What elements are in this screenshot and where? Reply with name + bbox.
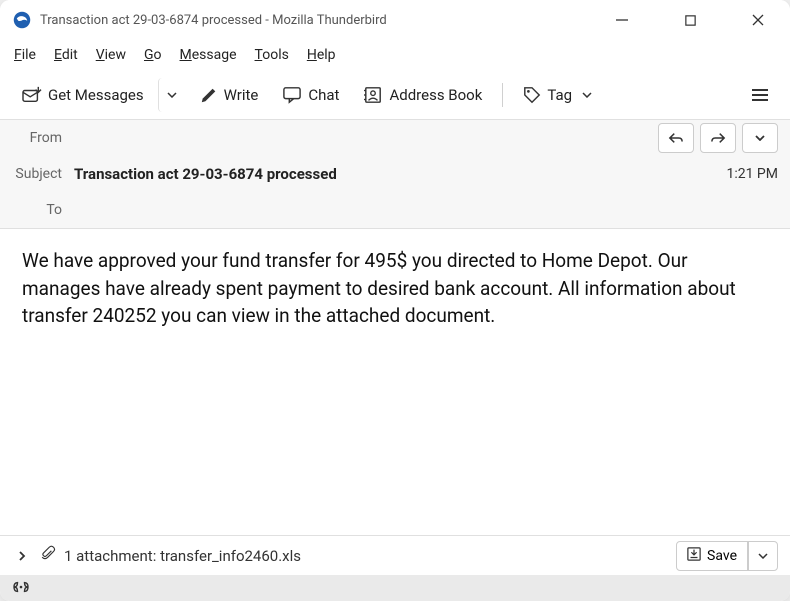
menu-file[interactable]: File [14,47,36,63]
write-button[interactable]: Write [190,78,269,112]
menubar: File Edit View Go Message Tools Help [0,40,790,70]
message-actions [658,123,778,153]
from-label: From [12,130,74,146]
window-controls [602,4,778,36]
save-label: Save [707,548,737,564]
save-attachment-button[interactable]: Save [676,541,748,571]
addressbook-button[interactable]: Address Book [353,78,492,112]
window-title: Transaction act 29-03-6874 processed - M… [40,13,602,28]
thunderbird-icon [12,10,32,30]
from-row: From [0,120,790,156]
get-messages-label: Get Messages [48,86,144,104]
attachment-expand[interactable] [12,550,32,562]
toolbar-separator [502,83,503,107]
app-menu-button[interactable] [742,78,778,112]
reply-button[interactable] [658,123,694,153]
activity-icon [12,579,30,598]
menu-message[interactable]: Message [180,47,237,63]
save-dropdown[interactable] [748,541,778,571]
save-icon [687,547,701,565]
menu-go[interactable]: Go [144,47,162,63]
get-messages-icon [22,86,42,104]
toolbar: Get Messages Write Chat [0,70,790,120]
addressbook-label: Address Book [389,86,482,104]
body-text: We have approved your fund transfer for … [22,249,736,327]
message-time: 1:21 PM [714,166,778,182]
forward-button[interactable] [700,123,736,153]
to-row: To [0,192,790,228]
message-body: We have approved your fund transfer for … [0,229,790,535]
attachment-filename: transfer_info2460.xls [160,547,301,565]
tag-label: Tag [547,86,572,104]
titlebar: Transaction act 29-03-6874 processed - M… [0,0,790,40]
maximize-button[interactable] [670,4,710,36]
get-messages-dropdown[interactable] [158,78,186,112]
status-bar [0,575,790,601]
attachment-text[interactable]: 1 attachment: transfer_info2460.xls [64,547,668,565]
addressbook-icon [363,86,383,104]
menu-edit[interactable]: Edit [54,47,78,63]
subject-value: Transaction act 29-03-6874 processed [74,165,714,183]
chat-icon [282,86,302,104]
message-headers: From Subject Transaction act 29-03-6874 … [0,120,790,229]
tag-icon [523,86,541,104]
close-button[interactable] [738,4,778,36]
menu-help[interactable]: Help [307,47,336,63]
write-label: Write [224,86,259,104]
to-label: To [12,202,74,218]
attachment-count: 1 attachment: [64,547,156,565]
more-actions-button[interactable] [742,123,778,153]
get-messages-button[interactable]: Get Messages [12,78,154,112]
minimize-button[interactable] [602,4,642,36]
attachment-bar: 1 attachment: transfer_info2460.xls Save [0,535,790,575]
subject-label: Subject [12,166,74,182]
menu-view[interactable]: View [96,47,126,63]
chat-label: Chat [308,86,339,104]
tag-button[interactable]: Tag [513,78,602,112]
subject-row: Subject Transaction act 29-03-6874 proce… [0,156,790,192]
paperclip-icon [40,545,56,567]
email-window: Transaction act 29-03-6874 processed - M… [0,0,790,601]
chat-button[interactable]: Chat [272,78,349,112]
pencil-icon [200,86,218,104]
menu-tools[interactable]: Tools [255,47,289,63]
